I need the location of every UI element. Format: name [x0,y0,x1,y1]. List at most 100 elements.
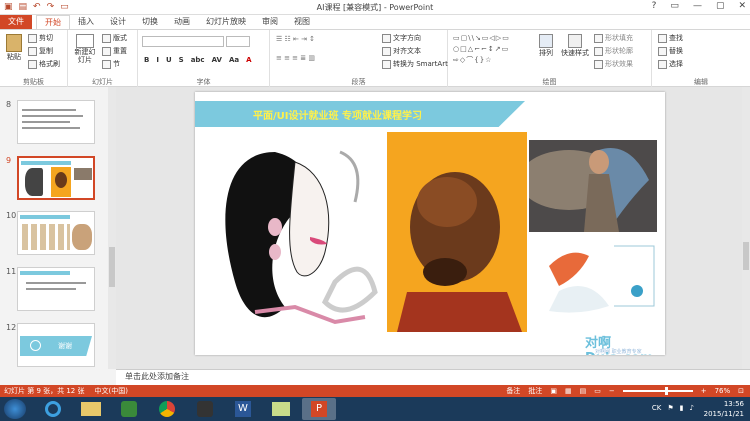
drawing-label: 绘图 [542,78,557,86]
font-size-combo[interactable] [226,36,250,47]
copy-button[interactable]: 复制 [28,46,53,56]
start-button[interactable] [4,399,26,419]
slide-scrollbar[interactable] [742,87,750,369]
section-button[interactable]: 节 [102,59,120,69]
replace-button[interactable]: 替换 [658,46,683,56]
text-direction-button[interactable]: 文字方向 [382,33,421,43]
help-icon[interactable]: ? [652,1,657,11]
select-icon [658,59,667,69]
volume-icon[interactable]: ♪ [690,404,694,412]
flag-icon[interactable]: ⚑ [667,404,673,412]
zoom-level[interactable]: 76% [715,385,731,397]
tab-review[interactable]: 审阅 [254,15,286,29]
find-button[interactable]: 查找 [658,33,683,43]
font-color-button[interactable]: A [246,56,251,64]
ribbon-tabs: 文件 开始 插入 设计 切换 动画 幻灯片放映 审阅 视图 [0,15,750,29]
notes-button[interactable]: 备注 [506,385,520,397]
taskbar-notes[interactable] [264,398,298,420]
shape-fill-button[interactable]: 形状填充 [594,33,633,43]
slideshow-view-icon[interactable]: ▭ [594,385,601,397]
smartart-button[interactable]: 转换为 SmartArt [382,59,448,69]
fit-slide-icon[interactable]: ⊡ [738,385,744,397]
align-buttons[interactable]: ≡ ≡ ≡ ≣ ▥ [276,54,315,62]
tab-insert[interactable]: 插入 [70,15,102,29]
fill-icon [594,33,603,43]
slide-thumbnail[interactable] [17,100,95,144]
tab-file[interactable]: 文件 [0,15,32,29]
cut-button[interactable]: 剪切 [28,33,53,43]
winged-woman-illustration[interactable] [529,140,657,232]
man-illustration[interactable] [387,132,527,332]
minimize-button[interactable]: — [693,1,702,11]
quick-styles-button[interactable]: 快速样式 [560,34,590,58]
network-icon[interactable]: ▮ [680,404,684,412]
reading-view-icon[interactable]: ▤ [580,385,587,397]
underline-button[interactable]: U [166,56,172,64]
taskbar-chrome[interactable] [150,398,184,420]
shape-effects-button[interactable]: 形状效果 [594,59,633,69]
shape-outline-button[interactable]: 形状轮廓 [594,46,633,56]
taskbar: W P CK ⚑ ▮ ♪ 13:56 2015/11/21 [0,397,750,421]
normal-view-icon[interactable]: ▣ [550,385,557,397]
woman-illustration[interactable] [215,132,385,337]
format-painter-button[interactable]: 格式刷 [28,59,60,69]
tab-home[interactable]: 开始 [36,15,70,29]
tab-transitions[interactable]: 切换 [134,15,166,29]
taskbar-ie[interactable] [36,398,70,420]
slides-panel-scrollbar[interactable] [108,87,116,369]
shadow-button[interactable]: abc [191,56,205,64]
paste-button[interactable]: 粘贴 [3,34,25,62]
slide-thumbnail[interactable]: 谢谢 [17,323,95,367]
close-button[interactable]: ✕ [738,1,746,11]
taskbar-powerpoint[interactable]: P [302,398,336,420]
ribbon-display-icon[interactable]: ▭ [670,1,679,11]
italic-button[interactable]: I [156,56,159,64]
sorter-view-icon[interactable]: ▦ [565,385,572,397]
language-indicator[interactable]: 中文(中国) [95,385,128,397]
arrange-button[interactable]: 排列 [534,34,558,58]
change-case-button[interactable]: Aa [229,56,239,64]
taskbar-word[interactable]: W [226,398,260,420]
align-text-button[interactable]: 对齐文本 [382,46,421,56]
zoom-slider[interactable] [622,387,693,395]
reset-button[interactable]: 重置 [102,46,127,56]
select-button[interactable]: 选择 [658,59,683,69]
clock[interactable]: 13:56 2015/11/21 [704,399,744,419]
taskbar-recorder[interactable] [188,398,222,420]
arrange-icon [539,34,553,48]
slide-thumbnail[interactable] [17,211,95,255]
input-language[interactable]: CK [652,404,661,412]
tab-view[interactable]: 视图 [286,15,318,29]
tab-slideshow[interactable]: 幻灯片放映 [198,15,254,29]
notes-pane[interactable]: 单击此处添加备注 [116,369,750,385]
list-buttons[interactable]: ☰ ☷ ⇤ ⇥ ↕ [276,35,315,43]
current-slide[interactable]: 平面/UI设计就业班 专项就业课程学习 对啊 对啊网 职业教育专家 [195,92,665,355]
taskbar-explorer[interactable] [74,398,108,420]
slide-thumbnail[interactable] [17,267,95,311]
maximize-button[interactable]: ▢ [716,1,725,11]
girl-illustration[interactable] [529,236,657,326]
font-name-combo[interactable] [142,36,224,47]
effects-icon [594,59,603,69]
tab-animations[interactable]: 动画 [166,15,198,29]
zoom-out-button[interactable]: − [609,385,615,397]
shapes-gallery[interactable]: ▭▢\\↘▭◁▷▭ ○□△⌐⌐↕↗▭ ⇨◇⌒{}☆ [453,33,510,66]
clock-icon [30,340,41,351]
chrome-icon [159,401,175,417]
thanks-caption: 谢谢 [58,342,72,350]
strikethrough-button[interactable]: S [179,56,184,64]
comments-button[interactable]: 批注 [528,385,542,397]
spacing-button[interactable]: AV [212,56,222,64]
text-direction-icon [382,33,391,43]
slide-thumbnail-selected[interactable] [17,156,95,200]
slide-title[interactable]: 平面/UI设计就业班 专项就业课程学习 [253,107,422,122]
tab-design[interactable]: 设计 [102,15,134,29]
zoom-in-button[interactable]: + [701,385,707,397]
taskbar-media[interactable] [112,398,146,420]
layout-button[interactable]: 版式 [102,33,127,43]
new-slide-button[interactable]: 新建幻灯片 [72,34,98,64]
slide-scroll-thumb[interactable] [743,242,749,270]
bold-button[interactable]: B [144,56,149,64]
scroll-thumb[interactable] [109,247,115,287]
zoom-slider-handle[interactable] [664,387,668,395]
